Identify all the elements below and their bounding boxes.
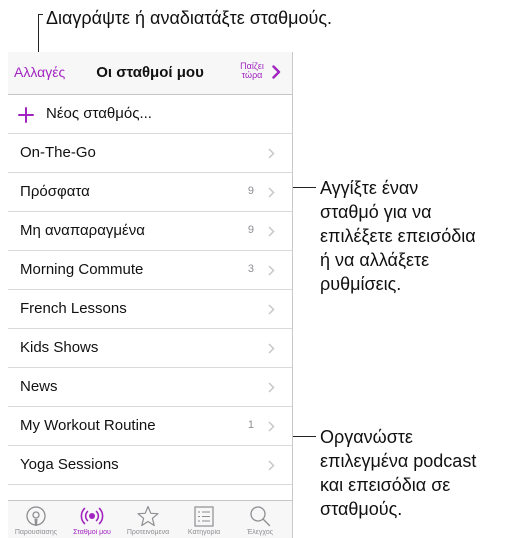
- chevron-right-icon: [268, 382, 275, 393]
- station-row[interactable]: News: [8, 368, 292, 407]
- navigation-bar: Αλλαγές Οι σταθμοί μου Παίζει τώρα: [8, 52, 292, 95]
- now-playing-label: τώρα: [241, 70, 263, 80]
- star-icon: [137, 505, 159, 527]
- callout-edit-stations: Διαγράψτε ή αναδιατάξτε σταθμούς.: [46, 8, 333, 28]
- tab-bar: Παρουσίασης Σταθμοί μου Προτεινόμενα Κατ…: [8, 500, 292, 538]
- chevron-right-icon: [268, 343, 275, 354]
- station-label: Morning Commute: [20, 261, 144, 278]
- chevron-right-icon: [268, 226, 275, 237]
- station-label: My Workout Routine: [20, 417, 156, 434]
- station-row[interactable]: My Workout Routine 1: [8, 407, 292, 446]
- callout-line: επιλέξετε επεισόδια: [320, 226, 476, 246]
- chevron-right-icon: [268, 421, 275, 432]
- tab-featured[interactable]: Παρουσίασης: [8, 501, 64, 538]
- episode-count: 1: [247, 419, 254, 431]
- station-icon: [80, 507, 104, 525]
- tab-label: Παρουσίασης: [14, 529, 58, 536]
- station-label: Πρόσφατα: [20, 183, 90, 200]
- list-icon: [194, 506, 214, 527]
- callout-line: Αγγίξτε έναν: [320, 178, 419, 198]
- search-icon: [250, 506, 271, 527]
- episode-count: 9: [247, 224, 254, 236]
- plus-icon: [18, 107, 34, 123]
- chevron-right-icon: [268, 265, 275, 276]
- callout-organize: Οργανώστε επιλεγμένα podcast και επεισόδ…: [320, 425, 476, 521]
- tab-label: Έλεγχος: [246, 529, 274, 536]
- tab-my-stations[interactable]: Σταθμοί μου: [64, 501, 120, 538]
- tab-top-charts[interactable]: Προτεινόμενα: [120, 501, 176, 538]
- tab-label: Προτεινόμενα: [126, 529, 170, 536]
- callout-line: επιλεγμένα podcast: [320, 451, 477, 471]
- station-row[interactable]: On-The-Go: [8, 134, 292, 173]
- station-row[interactable]: Kids Shows: [8, 329, 292, 368]
- tab-label: Κατηγορία: [187, 529, 221, 536]
- podcast-icon: [26, 506, 46, 526]
- callout-line: Οργανώστε: [320, 427, 413, 447]
- callout-line: και επεισόδια σε: [320, 475, 451, 495]
- chevron-right-icon: [272, 65, 281, 79]
- callout-line: ή να αλλάξετε: [320, 250, 430, 270]
- station-label: Yoga Sessions: [20, 456, 119, 473]
- new-station-row[interactable]: Νέος σταθμός...: [8, 95, 292, 134]
- station-row[interactable]: Μη αναπαραγμένα 9: [8, 212, 292, 251]
- chevron-right-icon: [268, 460, 275, 471]
- episode-count: 3: [247, 263, 254, 275]
- chevron-right-icon: [268, 148, 275, 159]
- chevron-right-icon: [268, 187, 275, 198]
- station-label: News: [20, 378, 58, 395]
- station-row[interactable]: Πρόσφατα 9: [8, 173, 292, 212]
- phone-screen: Αλλαγές Οι σταθμοί μου Παίζει τώρα Νέος …: [8, 52, 293, 538]
- station-label: On-The-Go: [20, 144, 96, 161]
- station-row[interactable]: Morning Commute 3: [8, 251, 292, 290]
- callout-line: ρυθμίσεις.: [320, 274, 402, 294]
- station-row[interactable]: Yoga Sessions: [8, 446, 292, 485]
- new-station-label: Νέος σταθμός...: [46, 105, 152, 122]
- station-label: French Lessons: [20, 300, 127, 317]
- callout-line: σταθμούς.: [320, 499, 403, 519]
- chevron-right-icon: [268, 304, 275, 315]
- callout-line: σταθμό για να: [320, 202, 432, 222]
- now-playing-button[interactable]: Παίζει τώρα: [232, 57, 292, 89]
- tab-label: Σταθμοί μου: [73, 529, 111, 536]
- station-label: Kids Shows: [20, 339, 99, 356]
- station-row[interactable]: French Lessons: [8, 290, 292, 329]
- callout-tap-station: Αγγίξτε έναν σταθμό για να επιλέξετε επε…: [320, 176, 476, 296]
- tab-search[interactable]: Έλεγχος: [232, 501, 288, 538]
- leader-edit-tick: [38, 14, 43, 15]
- episode-count: 9: [247, 185, 254, 197]
- tab-categories[interactable]: Κατηγορία: [176, 501, 232, 538]
- station-label: Μη αναπαραγμένα: [20, 222, 145, 239]
